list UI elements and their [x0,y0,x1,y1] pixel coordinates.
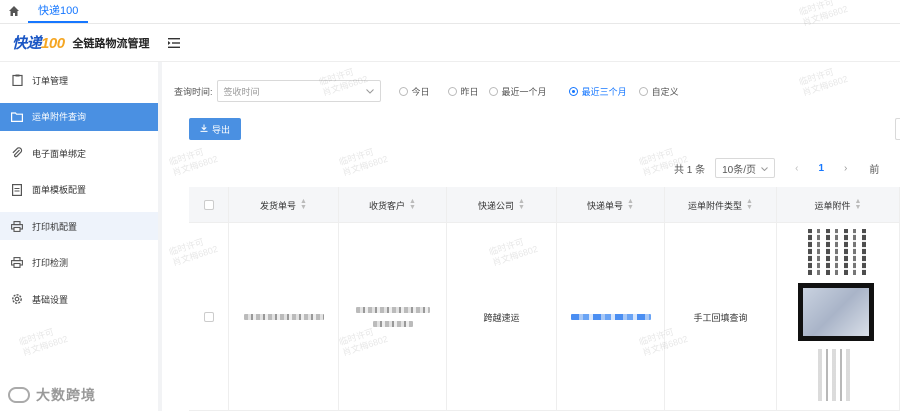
redacted-text [372,321,413,327]
next-page-icon[interactable]: › [844,163,847,174]
radio-last-three-months[interactable]: 最近三个月 [568,85,627,98]
query-filter: 查询时间: 签收时间 今日 昨日 最近一个月 最近三个月 自定义 [174,80,679,102]
sidebar-item-printer-config[interactable]: 打印机配置 [0,212,158,240]
radio-yesterday[interactable]: 昨日 [447,85,479,98]
col-attachment[interactable]: 运单附件 ▲ ▼ [777,187,900,223]
sort-icon[interactable]: ▲ ▼ [518,198,525,211]
clipboard-icon [10,73,24,87]
chevron-down-icon [761,163,768,174]
cell-tracking-no [557,223,665,411]
sort-icon[interactable]: ▲ ▼ [746,198,753,211]
top-tab-bar: 快递100 [0,0,900,24]
paperclip-icon [10,146,24,160]
sort-icon[interactable]: ▲ ▼ [855,198,862,211]
document-icon [10,183,24,197]
sort-icon[interactable]: ▲ ▼ [627,198,634,211]
printer-icon [10,256,24,270]
sort-icon[interactable]: ▲ ▼ [409,198,416,211]
sidebar-item-orders[interactable]: 订单管理 [0,66,158,94]
radio-today[interactable]: 今日 [398,85,430,98]
column-settings-button[interactable] [895,118,900,140]
cell-customer [339,223,447,411]
row-select-cell [189,223,229,411]
radio-last-month[interactable]: 最近一个月 [488,85,547,98]
waybill-photo-thumbnail[interactable] [798,283,874,341]
printer-icon [10,219,24,233]
menu-collapse-icon[interactable] [167,36,182,50]
col-shipment-no[interactable]: 发货单号 ▲ ▼ [229,187,339,223]
query-time-select[interactable]: 签收时间 [216,80,381,102]
sort-icon[interactable]: ▲ ▼ [300,198,307,211]
barcode-image [818,349,852,401]
export-button[interactable]: 导出 [189,118,241,140]
waybill-table: 发货单号 ▲ ▼ 收货客户 ▲ ▼ 快递公司 ▲ ▼ 快递单号 ▲ ▼ 运单附件类型 ▲ ▼ 运单附… [189,187,900,411]
brand-mark-icon [8,387,30,403]
attachment-preview[interactable] [798,227,878,407]
sidebar-item-template-config[interactable]: 面单模板配置 [0,176,158,204]
main-panel: 查询时间: 签收时间 今日 昨日 最近一个月 最近三个月 自定义 导出 共 1 … [162,62,900,411]
sidebar: 订单管理 运单附件查询 电子面单绑定 面单模板配置 打印机配置 打印检测 基础设… [0,62,158,411]
redacted-tracking-link[interactable] [570,314,651,320]
col-tracking-no[interactable]: 快递单号 ▲ ▼ [557,187,665,223]
row-checkbox[interactable] [203,312,214,322]
sidebar-item-print-test[interactable]: 打印检测 [0,249,158,277]
home-icon[interactable] [0,0,28,23]
table-header: 发货单号 ▲ ▼ 收货客户 ▲ ▼ 快递公司 ▲ ▼ 快递单号 ▲ ▼ 运单附件类型 ▲ ▼ 运单附… [189,187,900,223]
app-title: 全链路物流管理 [72,37,150,50]
app-header: 快递100 全链路物流管理 [0,24,900,62]
total-count: 共 1 条 [674,164,706,176]
sidebar-item-waybill-attachments[interactable]: 运单附件查询 [0,102,158,131]
tab-kuaidi100[interactable]: 快递100 [28,0,89,23]
col-customer[interactable]: 收货客户 ▲ ▼ [339,187,447,223]
select-all-cell [189,187,229,223]
bottom-brand-logo: 大数跨境 [8,385,96,405]
chevron-down-icon [365,86,374,96]
query-time-label: 查询时间: [174,86,213,97]
qr-code-image [808,229,868,275]
prev-page-icon[interactable]: ‹ [795,163,798,174]
brand-logo: 快递100 [12,35,65,52]
table-row: 跨越速运 手工回填查询 [189,223,900,411]
col-courier[interactable]: 快递公司 ▲ ▼ [447,187,557,223]
redacted-text [243,314,324,320]
sidebar-item-basic-settings[interactable]: 基础设置 [0,285,158,313]
redacted-text [355,307,430,313]
folder-icon [10,110,24,124]
cell-courier: 跨越速运 [447,223,557,411]
pagination: 共 1 条 10条/页 ‹ 1 › 前 [674,158,879,178]
cell-attachment-type: 手工回填查询 [665,223,777,411]
col-attachment-type[interactable]: 运单附件类型 ▲ ▼ [665,187,777,223]
download-icon [200,124,208,134]
goto-label: 前 [869,164,880,176]
radio-custom[interactable]: 自定义 [638,85,679,98]
select-all-checkbox[interactable] [203,200,214,210]
cell-attachment [777,223,900,411]
page-size-select[interactable]: 10条/页 [715,158,776,178]
gear-icon [10,292,24,306]
sidebar-item-eorder-binding[interactable]: 电子面单绑定 [0,139,158,167]
page-number[interactable]: 1 [818,163,824,174]
cell-shipment-no [229,223,339,411]
